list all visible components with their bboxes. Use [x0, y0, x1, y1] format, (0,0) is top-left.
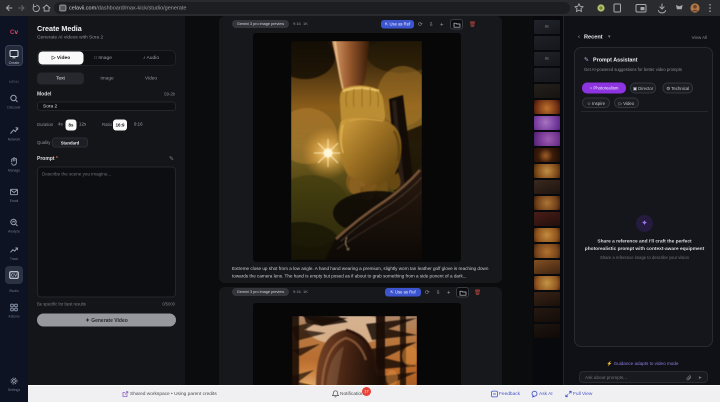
svg-text:CV: CV — [11, 273, 17, 278]
